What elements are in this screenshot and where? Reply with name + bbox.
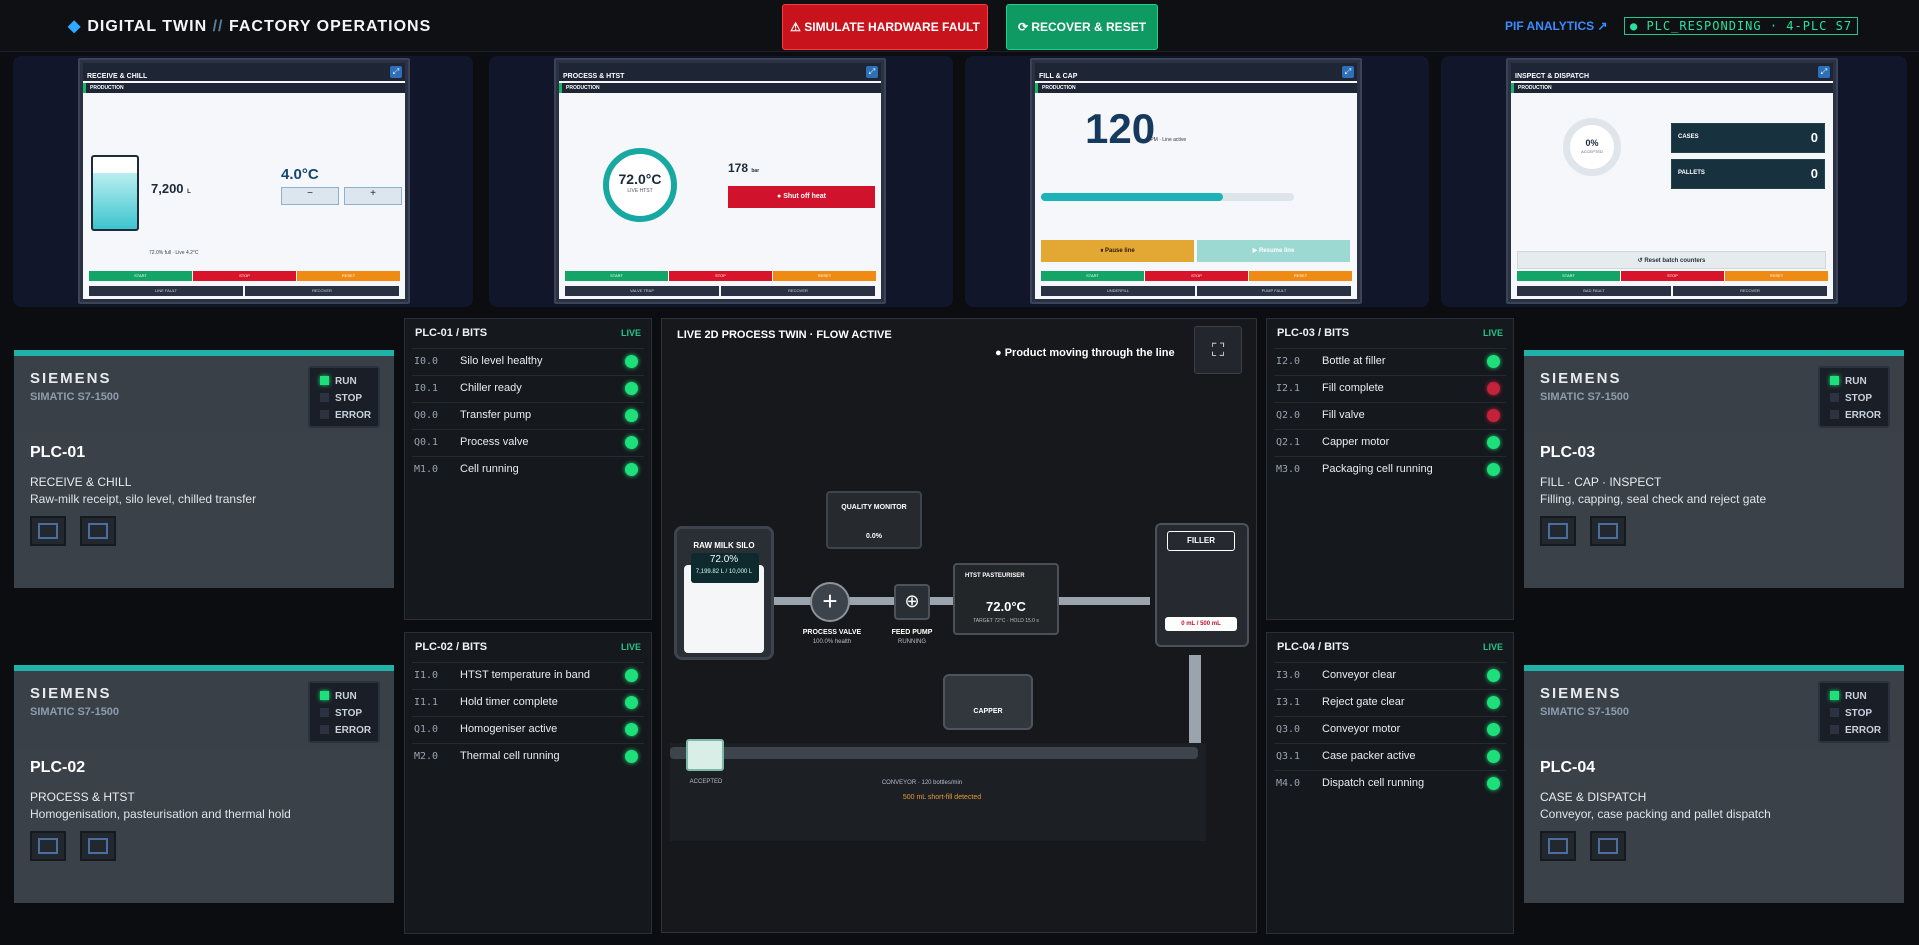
feed-pump: ⊕ — [894, 584, 930, 620]
plc-card-04[interactable]: SIEMENS SIMATIC S7-1500 RUN STOP ERROR PL… — [1524, 665, 1904, 903]
port-icon — [1590, 516, 1626, 546]
plc-03-bits-panel: PLC-03 / BITS LIVE I2.0 Bottle at filler I… — [1266, 318, 1514, 620]
status-led — [1487, 669, 1500, 682]
status-led — [625, 696, 638, 709]
process-twin-panel: LIVE 2D PROCESS TWIN · FLOW ACTIVE ● Pro… — [661, 318, 1257, 933]
status-led — [1487, 382, 1500, 395]
status-led — [625, 750, 638, 763]
status-leds: RUN STOP ERROR — [1818, 366, 1890, 428]
plc-04-bits-panel: PLC-04 / BITS LIVE I3.0 Conveyor clear I3.… — [1266, 632, 1514, 934]
status-led — [625, 382, 638, 395]
plc-card-02[interactable]: SIEMENS SIMATIC S7-1500 RUN STOP ERROR PL… — [14, 665, 394, 903]
recover-reset-button[interactable]: ⟳ RECOVER & RESET — [1006, 4, 1158, 50]
plc-card-01[interactable]: SIEMENS SIMATIC S7-1500 RUN STOP ERROR PL… — [14, 350, 394, 588]
status-led — [1487, 777, 1500, 790]
reset-button[interactable]: RESET — [1249, 271, 1352, 281]
status-led — [625, 355, 638, 368]
plc-01-bits-panel: PLC-01 / BITS LIVE I0.0 Silo level healthy… — [404, 318, 652, 620]
stop-button[interactable]: STOP — [1621, 271, 1724, 281]
port-icon — [80, 516, 116, 546]
port-icon — [30, 516, 66, 546]
fullscreen-icon[interactable]: ⛶ — [1194, 326, 1242, 374]
status-leds: RUN STOP ERROR — [308, 681, 380, 743]
status-led — [625, 723, 638, 736]
status-led — [1487, 355, 1500, 368]
status-led — [1487, 409, 1500, 422]
raw-milk-silo: RAW MILK SILO 72.0% 7,199.82 L / 10,000 … — [674, 526, 774, 660]
status-led — [625, 463, 638, 476]
bad-fault-button[interactable]: BAD FAULT — [1517, 286, 1671, 296]
recover-button[interactable]: RECOVER — [1673, 286, 1827, 296]
alert-text: 500 mL short-fill detected — [902, 794, 982, 801]
status-led — [1487, 463, 1500, 476]
start-button[interactable]: START — [1041, 271, 1144, 281]
reset-button[interactable]: RESET — [297, 271, 400, 281]
start-button[interactable]: START — [1517, 271, 1620, 281]
capper: CAPPER — [943, 674, 1033, 730]
plc-card-03[interactable]: SIEMENS SIMATIC S7-1500 RUN STOP ERROR PL… — [1524, 350, 1904, 588]
temp-decrease-button[interactable]: − — [281, 187, 339, 205]
status-led — [1487, 723, 1500, 736]
accepted-bin — [686, 739, 724, 771]
status-led — [625, 409, 638, 422]
start-button[interactable]: START — [565, 271, 668, 281]
status-led — [1487, 436, 1500, 449]
silo-gauge — [91, 155, 139, 231]
filler-station: FILLER 0 mL / 500 mL — [1155, 523, 1249, 647]
pif-analytics-link[interactable]: PIF ANALYTICS ↗ — [1505, 19, 1608, 33]
recover-button[interactable]: RECOVER — [721, 286, 875, 296]
reset-batch-counters-button[interactable]: ↺ Reset batch counters — [1517, 251, 1826, 269]
status-led — [625, 436, 638, 449]
process-pipe — [1189, 655, 1201, 749]
reset-button[interactable]: RESET — [1725, 271, 1828, 281]
hmi-receive-chill[interactable]: RECEIVE & CHILL ⤢ PRODUCTION 7,200 L 4.0… — [78, 58, 410, 304]
status-led — [1487, 750, 1500, 763]
temp-increase-button[interactable]: + — [344, 187, 402, 205]
port-icon — [1540, 516, 1576, 546]
expand-icon[interactable]: ⤢ — [1818, 66, 1830, 78]
quality-monitor: QUALITY MONITOR 0.0% — [826, 491, 922, 549]
port-icon — [1540, 831, 1576, 861]
expand-icon[interactable]: ⤢ — [1342, 66, 1354, 78]
htst-pasteuriser: HTST PASTEURISER 72.0°C TARGET 72°C · HO… — [953, 563, 1059, 635]
simulate-fault-button[interactable]: ⚠ SIMULATE HARDWARE FAULT — [782, 4, 988, 50]
expand-icon[interactable]: ⤢ — [866, 66, 878, 78]
top-bar: ◆ DIGITAL TWIN // FACTORY OPERATIONS ⚠ SI… — [0, 0, 1919, 52]
plc-status-badge: ● PLC_RESPONDING · 4-PLC S7 — [1624, 17, 1859, 35]
port-icon — [30, 831, 66, 861]
stop-button[interactable]: STOP — [193, 271, 296, 281]
process-valve: + — [810, 582, 850, 622]
hmi-fill-cap[interactable]: FILL & CAP ⤢ PRODUCTION 120 BPM · Line a… — [1030, 58, 1362, 304]
pump-fault-button[interactable]: PUMP FAULT — [1197, 286, 1351, 296]
feed-buffer-bar — [1041, 193, 1294, 201]
underfill-button[interactable]: UNDERFILL — [1041, 286, 1195, 296]
line-fault-button[interactable]: LINE FAULT — [89, 286, 243, 296]
reset-button[interactable]: RESET — [773, 271, 876, 281]
recover-button[interactable]: RECOVER — [245, 286, 399, 296]
app-title: ◆ DIGITAL TWIN // FACTORY OPERATIONS — [68, 18, 432, 35]
status-leds: RUN STOP ERROR — [1818, 681, 1890, 743]
plc-02-bits-panel: PLC-02 / BITS LIVE I1.0 HTST temperature i… — [404, 632, 652, 934]
hmi-inspect-dispatch[interactable]: INSPECT & DISPATCH ⤢ PRODUCTION 0% ACCEP… — [1506, 58, 1838, 304]
pause-line-button[interactable]: ⏸ Pause line — [1041, 240, 1194, 262]
resume-line-button[interactable]: ▶ Resume line — [1197, 240, 1350, 262]
stop-button[interactable]: STOP — [1145, 271, 1248, 281]
port-icon — [80, 831, 116, 861]
shut-off-heat-button[interactable]: ● Shut off heat — [728, 186, 875, 208]
start-button[interactable]: START — [89, 271, 192, 281]
stop-button[interactable]: STOP — [669, 271, 772, 281]
status-leds: RUN STOP ERROR — [308, 366, 380, 428]
hmi-process-htst[interactable]: PROCESS & HTST ⤢ PRODUCTION 72.0°C LIVE … — [554, 58, 886, 304]
conveyor-belt — [670, 747, 1198, 759]
expand-icon[interactable]: ⤢ — [390, 66, 402, 78]
port-icon — [1590, 831, 1626, 861]
valve-trap-button[interactable]: VALVE TRAP — [565, 286, 719, 296]
status-led — [625, 669, 638, 682]
diamond-icon: ◆ — [68, 18, 82, 35]
status-led — [1487, 696, 1500, 709]
